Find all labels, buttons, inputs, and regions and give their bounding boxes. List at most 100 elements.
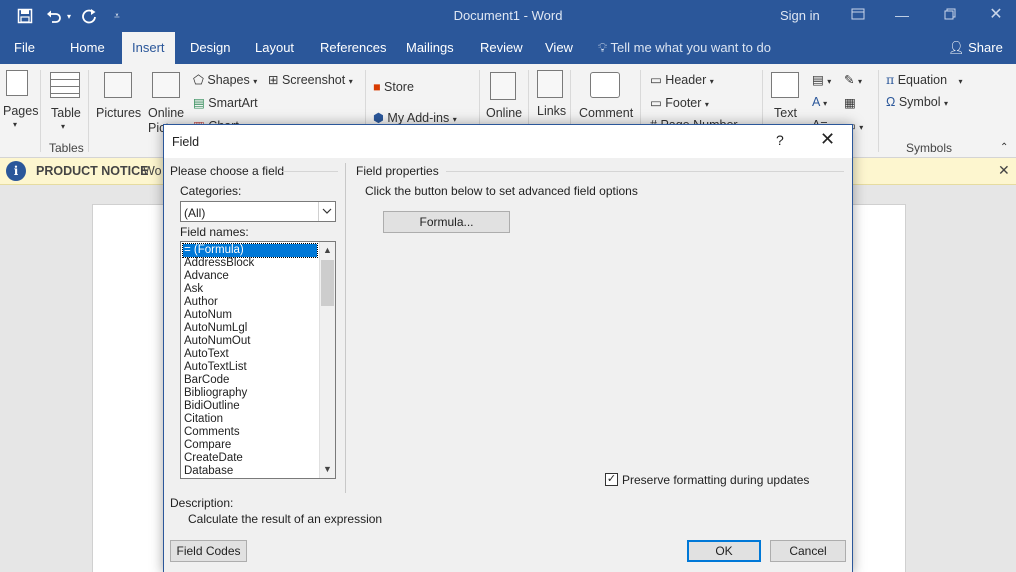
tab-layout[interactable]: Layout — [255, 40, 294, 55]
chevron-down-icon[interactable] — [318, 202, 335, 221]
formula-button[interactable]: Formula... — [383, 211, 510, 233]
symbol-button[interactable]: Ω Symbol ▾ — [886, 95, 948, 109]
list-item[interactable]: Database — [183, 465, 317, 478]
header-button[interactable]: ▭ Header ▾ — [650, 72, 714, 87]
list-item[interactable]: Advance — [183, 270, 317, 283]
pages-dropdown-icon[interactable]: ▾ — [13, 120, 17, 129]
description-label: Description: — [170, 496, 234, 510]
preserve-formatting-checkbox[interactable]: ✓ — [605, 473, 618, 486]
sign-in-link[interactable]: Sign in — [780, 8, 820, 23]
tab-review[interactable]: Review — [480, 40, 523, 55]
date-time-icon[interactable]: ▦ — [844, 95, 856, 110]
help-icon[interactable]: ? — [776, 132, 784, 148]
my-addins-button[interactable]: ⬢ My Add-ins ▾ — [373, 110, 457, 125]
list-item[interactable]: = (Formula) — [182, 243, 318, 258]
online-video-button[interactable]: Online — [486, 106, 522, 120]
customize-icon[interactable]: ⩡ — [110, 6, 124, 26]
screenshot-button[interactable]: ⊞ Screenshot ▾ — [268, 72, 353, 87]
categories-dropdown[interactable]: (All) — [180, 201, 336, 222]
share-button[interactable]: 👤︎ Share — [948, 40, 1003, 56]
list-item[interactable]: AutoTextList — [183, 361, 317, 374]
omega-icon: Ω — [886, 95, 896, 109]
pictures-button[interactable]: Pictures — [96, 106, 141, 120]
tab-file[interactable]: File — [14, 40, 35, 55]
text-box-button[interactable]: Text — [774, 106, 797, 120]
pages-button[interactable]: Pages — [3, 104, 38, 118]
redo-icon[interactable] — [80, 6, 98, 26]
symbol-dropdown-icon: ▾ — [944, 99, 949, 108]
info-icon: i — [6, 161, 26, 181]
list-scrollbar[interactable]: ▲ ▼ — [319, 242, 335, 478]
undo-icon[interactable] — [44, 6, 64, 26]
list-item[interactable]: Author — [183, 296, 317, 309]
list-item[interactable]: Compare — [183, 439, 317, 452]
list-item[interactable]: BarCode — [183, 374, 317, 387]
shapes-button[interactable]: ⬠ Shapes ▾ — [193, 72, 257, 87]
tab-design[interactable]: Design — [190, 40, 230, 55]
list-item[interactable]: AutoNum — [183, 309, 317, 322]
field-codes-button[interactable]: Field Codes — [170, 540, 247, 562]
shapes-icon: ⬠ — [193, 73, 204, 87]
close-dialog-icon[interactable]: ✕ — [820, 129, 835, 150]
quick-parts-icon[interactable]: ▤ ▾ — [812, 72, 831, 87]
footer-button[interactable]: ▭ Footer ▾ — [650, 95, 709, 110]
addins-icon: ⬢ — [373, 111, 384, 125]
ok-button[interactable]: OK — [687, 540, 761, 562]
list-item[interactable]: Citation — [183, 413, 317, 426]
tab-insert[interactable]: Insert — [122, 32, 175, 64]
undo-dropdown-icon[interactable]: ▾ — [64, 6, 74, 26]
tables-group-label: Tables — [49, 141, 84, 155]
equation-label: Equation — [897, 73, 948, 87]
save-icon[interactable] — [14, 6, 36, 26]
collapse-ribbon-icon[interactable]: ⌃ — [1000, 142, 1008, 153]
list-item[interactable]: Bibliography — [183, 387, 317, 400]
section-divider — [282, 171, 338, 172]
smartart-button[interactable]: ▤ SmartArt — [193, 95, 258, 110]
restore-icon[interactable] — [938, 4, 962, 26]
comment-button[interactable]: Comment — [579, 106, 633, 120]
store-button[interactable]: ■ Store — [373, 80, 414, 94]
close-window-icon[interactable]: ✕ — [984, 4, 1008, 26]
choose-field-header: Please choose a field — [170, 164, 285, 178]
list-item[interactable]: AutoNumLgl — [183, 322, 317, 335]
table-button[interactable]: Table — [51, 106, 81, 120]
scroll-up-icon[interactable]: ▲ — [320, 243, 335, 258]
cancel-button[interactable]: Cancel — [770, 540, 846, 562]
ribbon-display-options-icon[interactable] — [846, 4, 870, 26]
equation-button[interactable]: π Equation ▾ — [886, 72, 963, 87]
field-dialog: Field ? ✕ Please choose a field Categori… — [163, 124, 853, 572]
tab-view[interactable]: View — [545, 40, 573, 55]
links-button[interactable]: Links — [537, 104, 566, 118]
pages-icon — [6, 70, 28, 96]
description-text: Calculate the result of an expression — [188, 512, 383, 526]
scrollbar-thumb[interactable] — [321, 260, 334, 306]
tab-home[interactable]: Home — [70, 40, 105, 55]
ribbon-tabs: File Home Insert Design Layout Reference… — [0, 32, 1016, 64]
shapes-label: Shapes — [207, 73, 250, 87]
list-item[interactable]: AddressBlock — [183, 257, 317, 270]
scroll-down-icon[interactable]: ▼ — [320, 462, 335, 477]
symbols-group-label: Symbols — [906, 141, 953, 155]
notice-close-icon[interactable]: ✕ — [998, 162, 1010, 179]
equation-dropdown-icon: ▾ — [958, 77, 963, 86]
categories-label: Categories: — [180, 184, 242, 198]
list-item[interactable]: BidiOutline — [183, 400, 317, 413]
lightbulb-icon: 💡︎ — [598, 40, 608, 55]
tab-references[interactable]: References — [320, 40, 386, 55]
list-item[interactable]: Ask — [183, 283, 317, 296]
signature-line-icon[interactable]: ✎ ▾ — [844, 72, 862, 87]
header-icon: ▭ — [650, 73, 662, 87]
table-icon — [50, 72, 80, 98]
list-item[interactable]: CreateDate — [183, 452, 317, 465]
minimize-icon[interactable]: — — [890, 4, 914, 26]
online-video-icon — [490, 72, 516, 100]
wordart-icon[interactable]: A ▾ — [812, 95, 827, 109]
tell-me-box[interactable]: 💡︎ Tell me what you want to do — [598, 40, 771, 56]
list-item[interactable]: AutoNumOut — [183, 335, 317, 348]
list-item[interactable]: AutoText — [183, 348, 317, 361]
list-item[interactable]: Comments — [183, 426, 317, 439]
person-icon: 👤︎ — [948, 40, 965, 55]
tab-mailings[interactable]: Mailings — [406, 40, 454, 55]
field-names-list[interactable]: = (Formula) AddressBlock Advance Ask Aut… — [180, 241, 336, 479]
table-dropdown-icon[interactable]: ▾ — [61, 122, 65, 131]
